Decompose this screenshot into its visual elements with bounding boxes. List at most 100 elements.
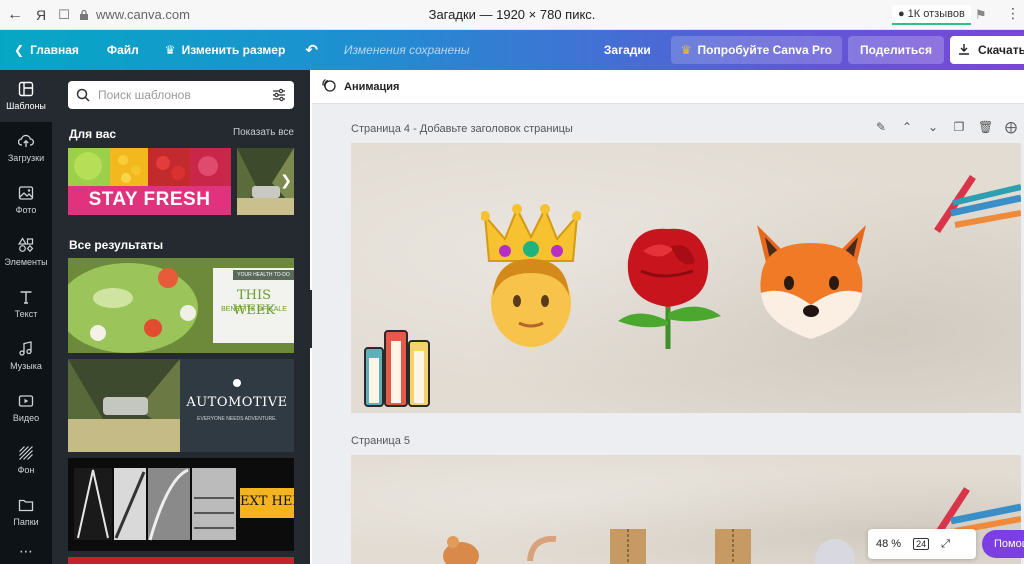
prince-emoji[interactable] — [481, 201, 581, 351]
rail-label: Текст — [14, 309, 38, 319]
rail-item-background[interactable]: Фон — [0, 434, 52, 486]
boot-sticker[interactable] — [606, 523, 654, 564]
duplicate-icon[interactable]: ❐ — [952, 120, 966, 134]
save-status: Изменения сохранены — [343, 43, 470, 57]
rail-item-uploads[interactable]: Загрузки — [0, 122, 52, 174]
reviews-button[interactable]: ● 1К отзывов — [892, 5, 971, 25]
template-thumb-forest-car[interactable]: ❯ — [237, 148, 294, 215]
page-count-badge[interactable]: 24 — [913, 538, 930, 550]
help-button[interactable]: Помощь — [982, 530, 1024, 558]
health-tag-text: YOUR HEALTH TO-DO — [237, 272, 290, 278]
ball-sticker[interactable] — [811, 531, 859, 564]
rose-emoji[interactable] — [613, 221, 723, 351]
search-input[interactable]: Поиск шаблонов — [98, 88, 272, 102]
undo-button[interactable]: ↶ — [295, 41, 328, 59]
pencils-sticker[interactable] — [933, 173, 1021, 233]
undo-icon: ↶ — [305, 42, 318, 59]
document-title[interactable]: Загадки — [590, 43, 665, 57]
crown-icon: ♛ — [164, 43, 176, 57]
trash-icon[interactable]: 🗑 — [978, 120, 993, 134]
chevron-down-icon[interactable]: ⌄ — [926, 120, 940, 134]
more-menu-icon[interactable]: ⋮ — [1006, 5, 1020, 22]
rail-item-templates[interactable]: Шаблоны — [0, 70, 52, 122]
top-toolbar: ❮ Главная Файл ♛ Изменить размер ↶ Измен… — [0, 30, 1024, 70]
page-tools: ✎ ⌃ ⌄ ❐ 🗑 ⨁ — [874, 120, 1018, 134]
toolbar-right-group: Загадки ♛ Попробуйте Canva Pro Поделитьс… — [590, 30, 1024, 70]
side-rail: Шаблоны Загрузки Фото Элементы Текст Муз… — [0, 70, 52, 564]
speech-bubble-icon: ● — [898, 8, 905, 20]
template-thumb-automotive[interactable]: AUTOMOTIVE EVERYONE NEEDS ADVENTURE. — [68, 359, 294, 452]
animation-button[interactable]: Анимация — [344, 81, 399, 93]
back-arrow-icon[interactable]: ← — [0, 6, 30, 24]
animal-sticker[interactable] — [441, 530, 481, 564]
templates-panel: Поиск шаблонов Для вас Показать все STAY… — [52, 70, 310, 564]
page-4-canvas[interactable] — [351, 143, 1021, 413]
reviews-label: 1К отзывов — [907, 8, 965, 20]
file-menu-button[interactable]: Файл — [89, 43, 149, 57]
help-label: Помощь — [994, 538, 1024, 550]
template-thumb-kale[interactable]: YOUR HEALTH TO-DO THIS WEEK BENEFITS OF … — [68, 258, 294, 353]
bookmark-flag-icon[interactable]: ⚑ — [975, 7, 987, 23]
home-label: Главная — [30, 43, 79, 57]
chevron-left-icon: ❮ — [14, 43, 25, 57]
rail-label: Шаблоны — [6, 101, 46, 111]
bookmark-icon[interactable]: ☐ — [52, 7, 76, 23]
rail-label: Видео — [12, 413, 40, 423]
resize-button[interactable]: ♛ Изменить размер — [149, 43, 296, 57]
template-thumb-architecture[interactable]: EXT HER — [68, 458, 294, 551]
zoom-value[interactable]: 48 % — [876, 538, 901, 550]
templates-icon — [18, 81, 34, 97]
rail-label: Загрузки — [7, 153, 45, 163]
address-bar-url[interactable]: www.canva.com — [96, 7, 190, 22]
cat-tail-sticker[interactable] — [526, 531, 566, 564]
share-button[interactable]: Поделиться — [847, 36, 944, 64]
file-label: Файл — [106, 43, 139, 57]
animation-icon[interactable] — [322, 78, 336, 95]
editor-area: Анимация Страница 4 - Добавьте заголовок… — [312, 70, 1024, 564]
yandex-logo[interactable]: Я — [30, 7, 52, 23]
stay-fresh-text: STAY FRESH — [88, 189, 211, 210]
lock-icon[interactable] — [76, 9, 92, 21]
try-pro-label: Попробуйте Canva Pro — [697, 43, 832, 57]
download-icon — [958, 43, 970, 58]
fullscreen-icon[interactable]: ⤢ — [941, 538, 950, 551]
filter-icon[interactable] — [272, 88, 286, 102]
section-for-you: Для вас — [69, 127, 117, 141]
resize-label: Изменить размер — [181, 43, 286, 57]
home-button[interactable]: ❮ Главная — [0, 43, 89, 57]
rail-item-folders[interactable]: Папки — [0, 486, 52, 538]
background-icon — [19, 446, 33, 460]
rail-item-photos[interactable]: Фото — [0, 174, 52, 226]
rail-more-icon[interactable]: ⋯ — [0, 538, 52, 564]
rail-item-text[interactable]: Текст — [0, 278, 52, 330]
rail-item-video[interactable]: Видео — [0, 382, 52, 434]
show-all-link[interactable]: Показать все — [233, 127, 294, 138]
chevron-right-icon[interactable]: ❯ — [280, 172, 292, 189]
download-label: Скачать — [978, 43, 1024, 57]
fox-emoji[interactable] — [749, 223, 874, 343]
search-icon — [76, 88, 90, 102]
note-icon[interactable]: ✎ — [874, 120, 888, 134]
add-page-icon[interactable]: ⨁ — [1004, 120, 1018, 134]
folder-icon — [18, 499, 34, 512]
template-thumb-next[interactable] — [68, 557, 294, 564]
benefits-text: BENEFITS OF KALE — [221, 306, 287, 313]
rail-item-elements[interactable]: Элементы — [0, 226, 52, 278]
try-canva-pro-button[interactable]: ♛ Попробуйте Canva Pro — [670, 36, 842, 64]
download-button[interactable]: Скачать — [950, 36, 1024, 64]
upload-icon — [18, 134, 34, 147]
page-5-title[interactable]: Страница 5 — [351, 435, 410, 447]
elements-icon — [18, 237, 34, 253]
template-thumb-stay-fresh[interactable]: STAY FRESH — [68, 148, 231, 215]
page-4-title[interactable]: Страница 4 - Добавьте заголовок страницы — [351, 123, 573, 135]
template-search[interactable]: Поиск шаблонов — [68, 81, 294, 109]
video-icon — [18, 395, 34, 407]
zoom-control[interactable]: 48 % 24 ⤢ — [868, 529, 976, 559]
rail-item-music[interactable]: Музыка — [0, 330, 52, 382]
chevron-up-icon[interactable]: ⌃ — [900, 120, 914, 134]
canva-editor-window: ← Я ☐ www.canva.com Загадки — 1920 × 780… — [0, 0, 1024, 564]
this-week-text: THIS WEEK — [232, 288, 276, 318]
pencils-sticker[interactable] — [933, 485, 1021, 535]
books-sticker[interactable] — [361, 323, 443, 408]
boot-sticker[interactable] — [711, 523, 759, 564]
